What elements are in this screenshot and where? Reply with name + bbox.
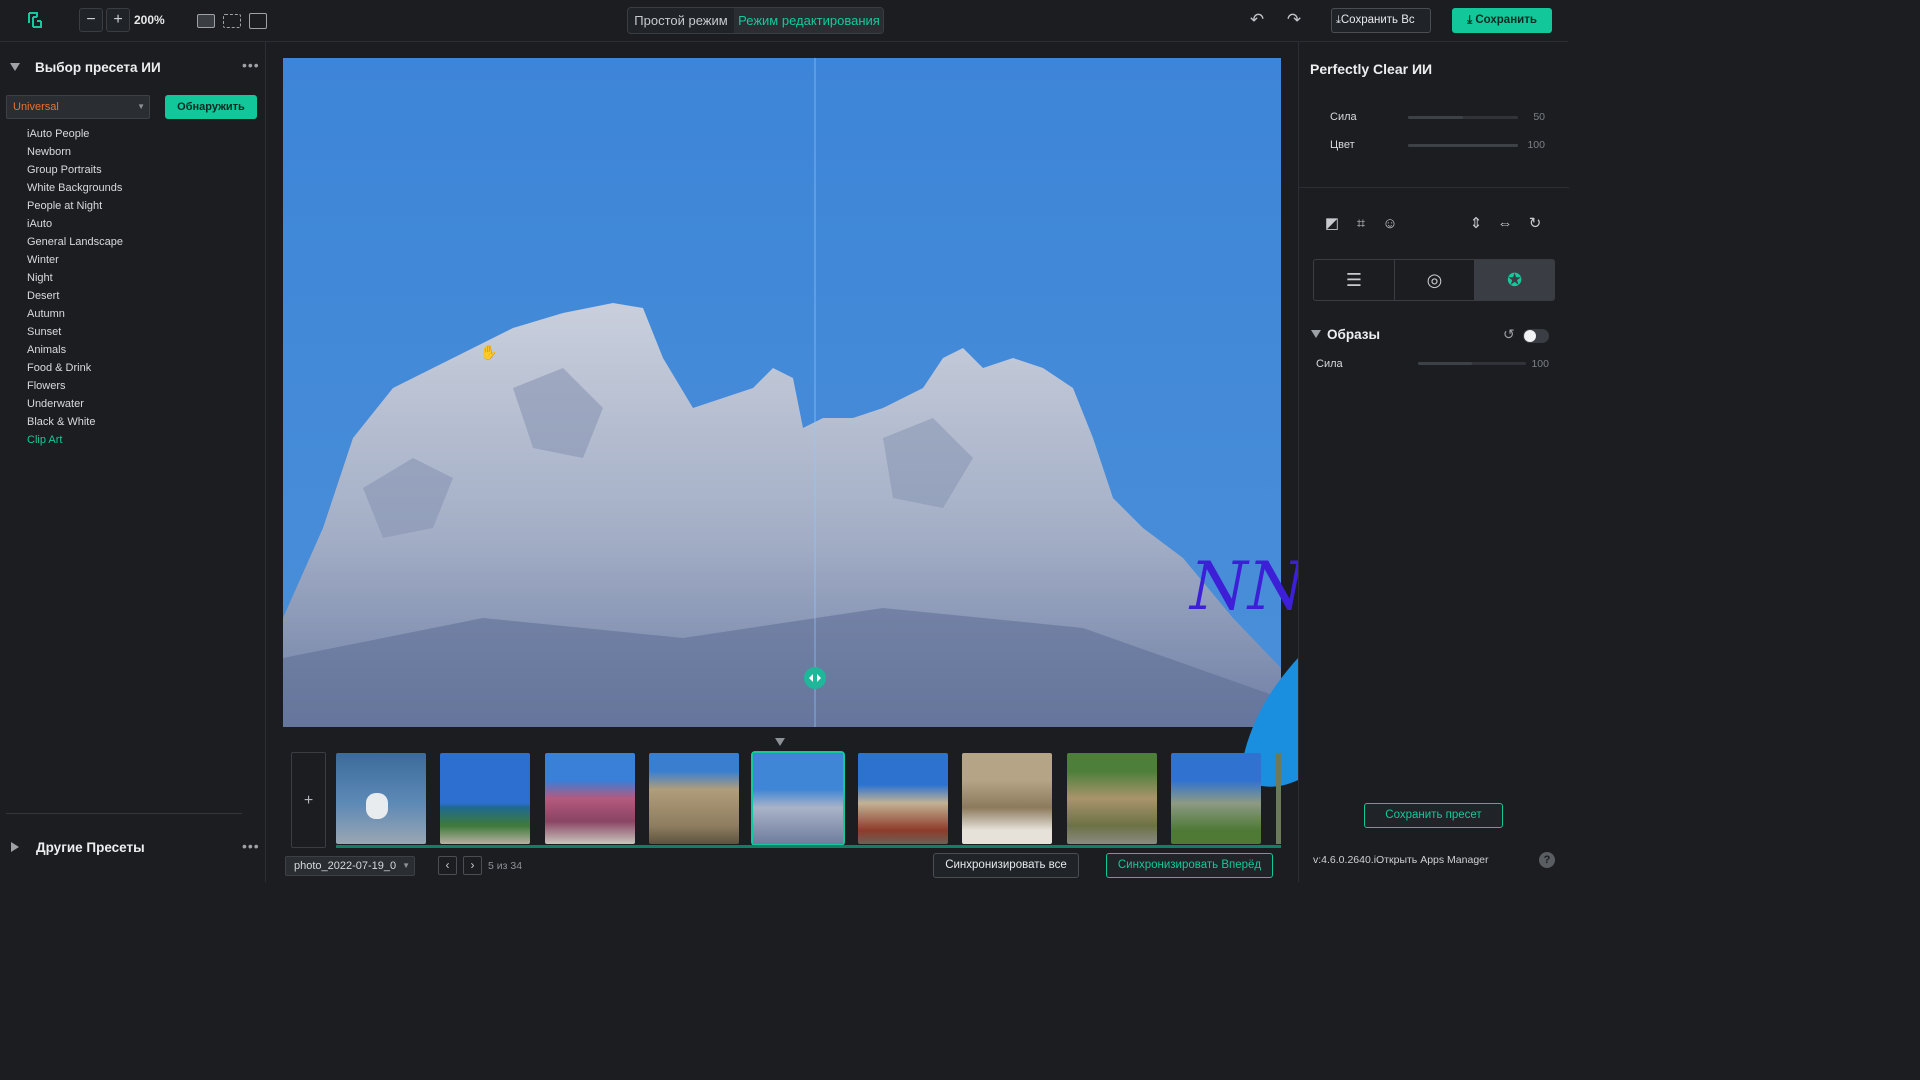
prev-image-button[interactable]: ‹ [438,856,457,875]
looks-strength-value: 100 [1531,358,1549,370]
preset-item[interactable]: People at Night [27,200,102,212]
mode-switch: Простой режим Режим редактирования [627,7,884,34]
thumbnail[interactable] [1171,753,1261,844]
thumbnail[interactable] [649,753,739,844]
simple-mode-tab[interactable]: Простой режим [628,8,734,33]
panel-title: Perfectly Clear ИИ [1310,61,1433,77]
zoom-out-button[interactable]: − [79,8,103,32]
preset-item[interactable]: White Backgrounds [27,182,122,194]
thumbnail[interactable] [336,753,426,844]
thumbnail-partial[interactable] [1276,753,1281,844]
version-apps-manager-link[interactable]: v:4.6.0.2640.iОткрыть Apps Manager [1313,854,1489,866]
divider [6,813,242,814]
page-counter: 5 из 34 [488,860,523,872]
filmstrip-scrollbar[interactable] [336,845,1281,848]
zoom-in-button[interactable]: + [106,8,130,32]
preset-item[interactable]: iAuto [27,218,52,230]
looks-strength-slider[interactable] [1418,362,1526,365]
other-presets-title: Другие Пресеты [36,840,145,855]
preset-item[interactable]: Newborn [27,146,71,158]
preset-item[interactable]: Desert [27,290,59,302]
looks-strength-label: Сила [1316,358,1343,370]
save-all-button[interactable]: ⤓Сохранить Вс [1331,8,1431,33]
help-icon[interactable]: ? [1539,852,1555,868]
app-logo-icon [28,12,42,28]
save-preset-button[interactable]: Сохранить пресет [1364,803,1503,828]
sync-forward-button[interactable]: Синхронизировать Вперёд [1106,853,1273,878]
collapse-triangle-icon[interactable] [10,63,20,71]
panel-tabs: ☰ ◎ ✪ [1313,259,1555,301]
preset-select[interactable]: Universal ▼ [6,95,150,119]
strength-slider[interactable] [1408,116,1518,119]
strength-value: 50 [1533,111,1545,123]
single-view-icon[interactable] [197,14,215,28]
divider [1299,187,1569,188]
filename-select[interactable]: photo_2022-07-19_0 ▼ [285,856,415,876]
add-image-button[interactable]: + [291,752,326,848]
right-panel: Perfectly Clear ИИ Сила 50 Цвет 100 ◩ ⌗ … [1298,42,1569,882]
color-value: 100 [1527,139,1545,151]
crop-icon[interactable]: ⌗ [1352,215,1370,233]
thumbnail[interactable] [440,753,530,844]
edit-mode-tab[interactable]: Режим редактирования [734,8,883,33]
expand-triangle-icon[interactable] [11,842,19,852]
save-button[interactable]: ⤓ Сохранить [1452,8,1552,33]
flip-horizontal-icon[interactable]: ⇔ [1496,215,1514,233]
preset-item[interactable]: Group Portraits [27,164,102,176]
adjust-icon[interactable]: ◩ [1323,215,1341,233]
hand-cursor-icon: ✋ [480,344,498,360]
chevron-down-icon: ▼ [137,102,145,111]
undo-icon[interactable]: ↶ [1248,11,1266,29]
redo-icon[interactable]: ↷ [1285,11,1303,29]
preset-item[interactable]: iAuto People [27,128,89,140]
zoom-level: 200% [134,13,165,27]
preset-item[interactable]: Underwater [27,398,84,410]
detect-button[interactable]: Обнаружить [165,95,257,119]
reset-icon[interactable]: ↺ [1503,326,1515,343]
flip-vertical-icon[interactable]: ⇕ [1467,215,1485,233]
sync-all-button[interactable]: Синхронизировать все [933,853,1079,878]
color-label: Цвет [1330,139,1355,151]
thumbnail[interactable] [545,753,635,844]
left-panel: Выбор пресета ИИ ••• Universal ▼ Обнаруж… [0,42,266,882]
filmstrip-toggle-icon[interactable] [775,738,785,746]
top-toolbar: − + 200% Простой режим Режим редактирова… [0,0,1568,42]
thumbnail[interactable] [1067,753,1157,844]
looks-title: Образы [1327,327,1380,342]
thumbnail[interactable] [962,753,1052,844]
split-view-icon[interactable] [223,14,241,28]
compare-view-icon[interactable] [249,13,267,29]
next-image-button[interactable]: › [463,856,482,875]
scrollbar-thumb[interactable] [336,845,1281,848]
more-options-icon[interactable]: ••• [242,57,260,73]
preset-item[interactable]: Flowers [27,380,66,392]
preset-item[interactable]: Food & Drink [27,362,91,374]
photo-mountain [283,58,1281,727]
chevron-down-icon: ▼ [402,861,410,870]
thumbnail[interactable] [858,753,948,844]
ai-icon[interactable]: ◎ [1394,260,1474,300]
preset-item[interactable]: Black & White [27,416,95,428]
face-icon[interactable]: ☺ [1381,215,1399,233]
preset-item[interactable]: Autumn [27,308,65,320]
preset-item[interactable]: Animals [27,344,66,356]
ai-preset-title: Выбор пресета ИИ [35,60,161,75]
strength-label: Сила [1330,111,1357,123]
preset-item[interactable]: Winter [27,254,59,266]
preset-item[interactable]: Night [27,272,53,284]
thumbnail-selected[interactable] [751,751,845,846]
sliders-icon[interactable]: ☰ [1314,260,1394,300]
rotate-icon[interactable]: ↻ [1526,215,1544,233]
preset-item[interactable]: Sunset [27,326,61,338]
preset-item-active[interactable]: Clip Art [27,434,62,446]
looks-tab-icon[interactable]: ✪ [1474,260,1554,300]
more-options-icon[interactable]: ••• [242,838,260,854]
preset-item[interactable]: General Landscape [27,236,123,248]
image-canvas[interactable] [283,58,1281,727]
color-slider[interactable] [1408,144,1518,147]
collapse-triangle-icon[interactable] [1311,330,1321,338]
looks-toggle[interactable] [1523,329,1549,343]
